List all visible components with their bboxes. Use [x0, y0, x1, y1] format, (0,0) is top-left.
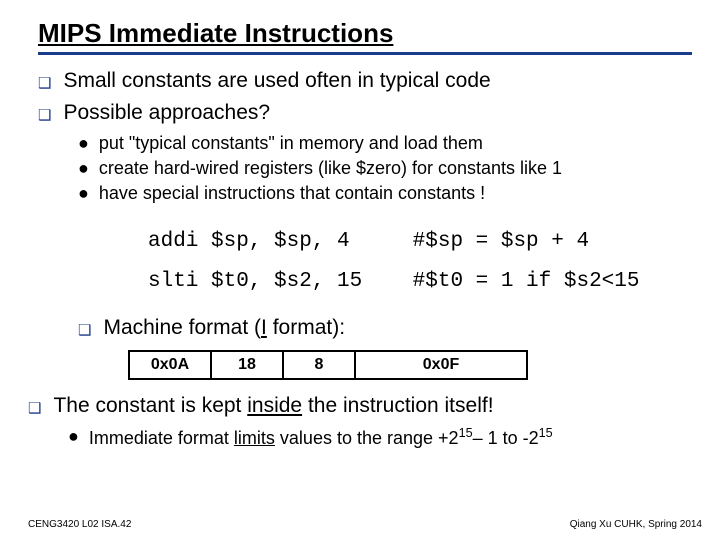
subbullet-1-text: put "typical constants" in memory and lo…: [99, 133, 483, 154]
code-line-1: addi $sp, $sp, 4 #$sp = $sp + 4: [148, 230, 589, 253]
square-bullet-icon: ❑: [38, 74, 51, 92]
mf-pre: Machine format (: [103, 316, 261, 339]
table-row: 0x0A 18 8 0x0F: [129, 351, 527, 379]
immediate-cell: 0x0F: [355, 351, 527, 379]
bullet-2-text: Possible approaches?: [63, 101, 270, 125]
bullet-2: ❑ Possible approaches?: [38, 101, 692, 125]
instruction-format-table: 0x0A 18 8 0x0F: [128, 350, 528, 380]
dot-bullet-icon: ●: [78, 158, 89, 179]
bullet-3: ❑ The constant is kept inside the instru…: [28, 394, 692, 418]
b3-in: inside: [247, 394, 302, 417]
code-line-2: slti $t0, $s2, 15 #$t0 = 1 if $s2<15: [148, 270, 639, 293]
square-bullet-icon: ❑: [78, 321, 91, 339]
footer-right: Qiang Xu CUHK, Spring 2014: [570, 519, 702, 530]
s4-mid: values to the range +2: [275, 428, 459, 448]
subbullet-2: ● create hard-wired registers (like $zer…: [78, 158, 692, 179]
subbullet-2-text: create hard-wired registers (like $zero)…: [99, 158, 562, 179]
s4-exp2: 15: [539, 426, 553, 440]
machine-format-label: Machine format (I format):: [103, 316, 345, 340]
subbullet-4-text: Immediate format limits values to the ra…: [89, 426, 553, 449]
s4-lim: limits: [234, 428, 275, 448]
rs-cell: 18: [211, 351, 283, 379]
slide-footer: CENG3420 L02 ISA.42 Qiang Xu CUHK, Sprin…: [28, 519, 702, 530]
b3-pre: The constant is kept: [53, 394, 247, 417]
mf-post: format):: [267, 316, 345, 339]
bullet-1: ❑ Small constants are used often in typi…: [38, 69, 692, 93]
subbullet-3-text: have special instructions that contain c…: [99, 183, 485, 204]
s4-exp1: 15: [459, 426, 473, 440]
s4-mid2: – 1 to -2: [473, 428, 539, 448]
bullet-machine-format: ❑ Machine format (I format):: [78, 316, 692, 340]
square-bullet-icon: ❑: [28, 399, 41, 417]
b3-post: the instruction itself!: [302, 394, 493, 417]
dot-bullet-icon: ●: [78, 183, 89, 204]
subbullet-4: ● Immediate format limits values to the …: [68, 426, 692, 449]
subbullet-3: ● have special instructions that contain…: [78, 183, 692, 204]
bullet-3-text: The constant is kept inside the instruct…: [53, 394, 493, 418]
s4-pre: Immediate format: [89, 428, 234, 448]
bullet-1-text: Small constants are used often in typica…: [63, 69, 490, 93]
footer-left: CENG3420 L02 ISA.42: [28, 519, 131, 530]
opcode-cell: 0x0A: [129, 351, 211, 379]
slide-title: MIPS Immediate Instructions: [38, 18, 692, 55]
square-bullet-icon: ❑: [38, 106, 51, 124]
dot-bullet-icon: ●: [68, 426, 79, 447]
code-example: addi $sp, $sp, 4 #$sp = $sp + 4 slti $t0…: [148, 222, 692, 302]
dot-bullet-icon: ●: [78, 133, 89, 154]
subbullet-1: ● put "typical constants" in memory and …: [78, 133, 692, 154]
rt-cell: 8: [283, 351, 355, 379]
